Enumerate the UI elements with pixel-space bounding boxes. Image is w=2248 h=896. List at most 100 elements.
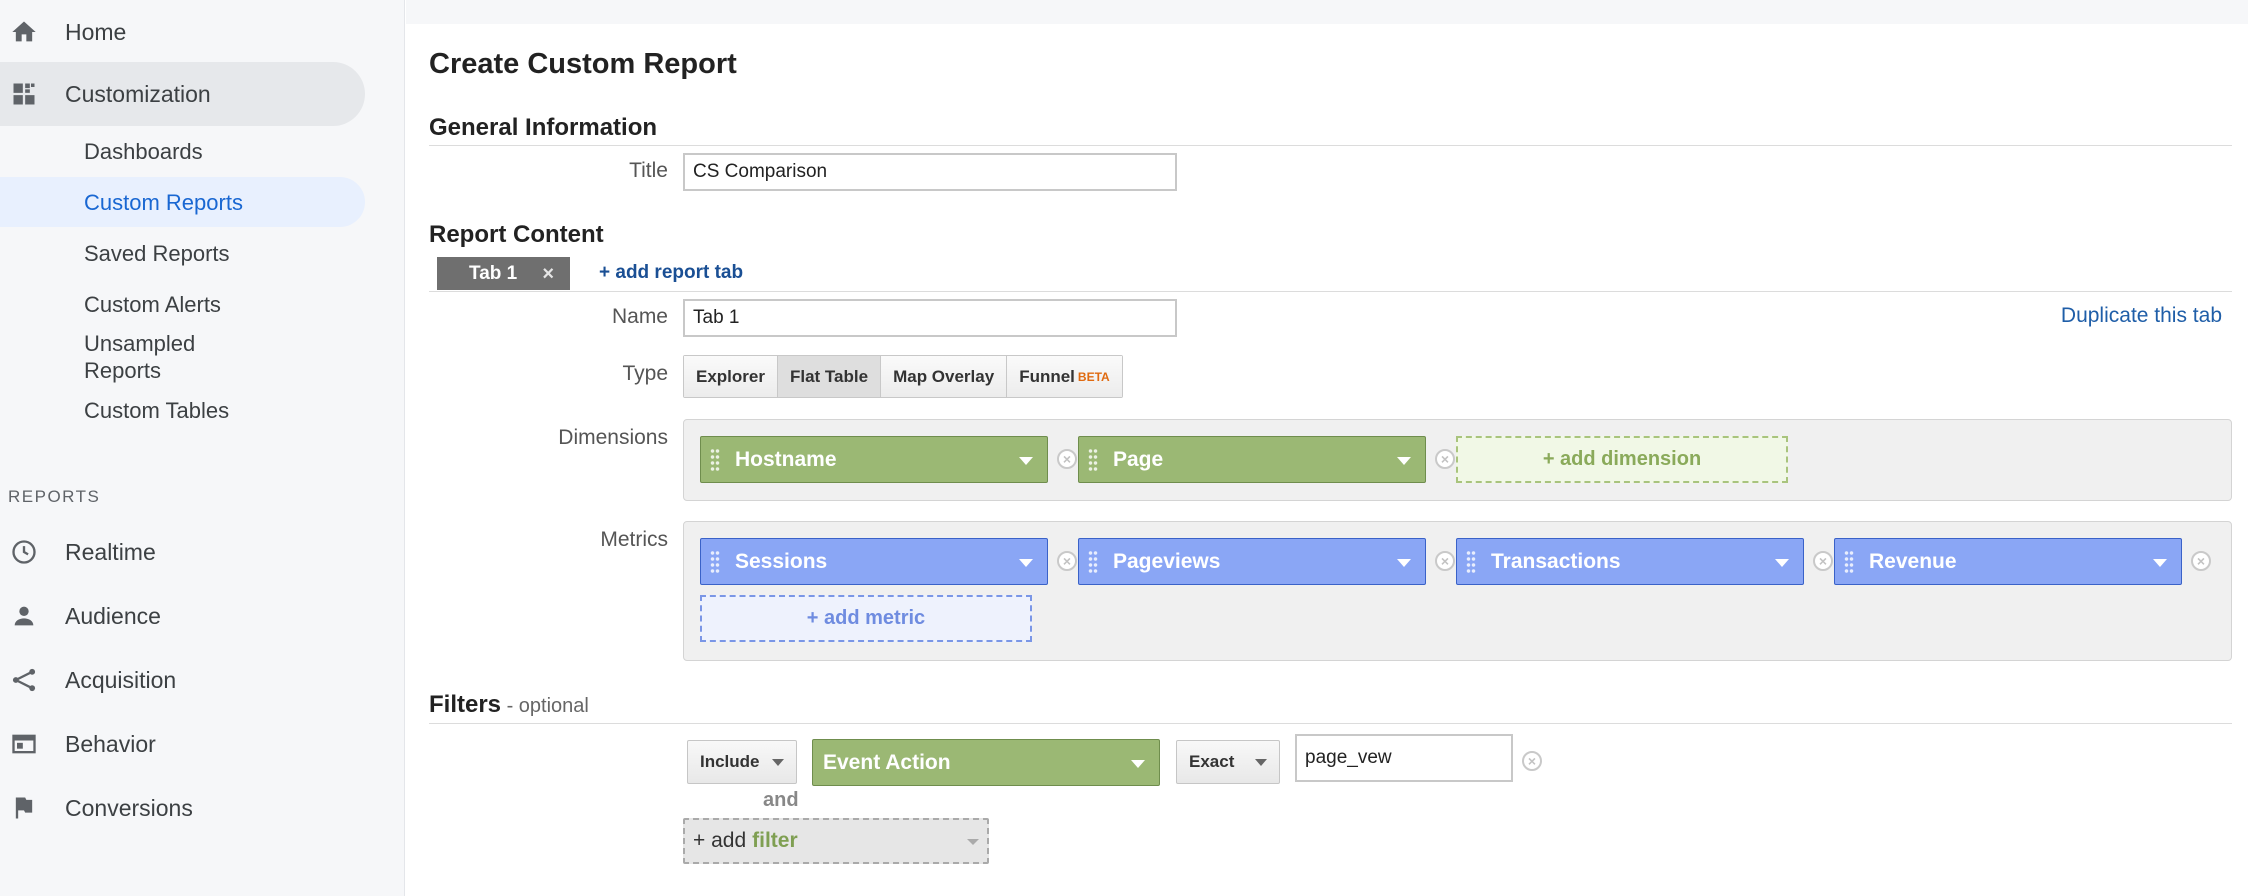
sidebar-item-custom-reports[interactable]: Custom Reports xyxy=(84,189,243,217)
remove-metric-icon[interactable]: × xyxy=(1057,551,1077,571)
nav-acquisition-label: Acquisition xyxy=(65,666,177,693)
drag-handle-icon[interactable] xyxy=(1088,448,1098,472)
filters-heading-label: Filters xyxy=(429,691,502,718)
chevron-down-icon[interactable] xyxy=(1397,457,1411,465)
name-label: Name xyxy=(611,305,668,328)
add-dimension-button[interactable]: + add dimension xyxy=(1456,436,1788,483)
type-button-group: Explorer Flat Table Map Overlay Funnel BE… xyxy=(683,355,1123,398)
remove-dimension-icon[interactable]: × xyxy=(1057,449,1077,469)
sidebar: Home Customization Dashboards Custom Rep… xyxy=(0,0,405,896)
dimensions-label: Dimensions xyxy=(558,426,668,449)
filter-value-input[interactable] xyxy=(1295,734,1513,782)
remove-filter-icon[interactable]: × xyxy=(1522,751,1542,771)
sidebar-item-unsampled-reports-line2[interactable]: Reports xyxy=(84,357,161,385)
metric-chip-label: Sessions xyxy=(735,549,828,573)
remove-metric-icon[interactable]: × xyxy=(2191,551,2211,571)
top-bar xyxy=(406,0,2248,24)
chevron-down-icon[interactable] xyxy=(1019,457,1033,465)
name-input[interactable] xyxy=(683,299,1177,337)
type-label: Type xyxy=(622,362,668,385)
title-label: Title xyxy=(629,159,668,182)
sidebar-item-dashboards[interactable]: Dashboards xyxy=(84,138,203,166)
person-icon xyxy=(8,600,40,632)
title-input[interactable] xyxy=(683,153,1177,191)
chevron-down-icon[interactable] xyxy=(1255,759,1267,766)
chevron-down-icon[interactable] xyxy=(1397,559,1411,567)
behavior-icon xyxy=(8,728,40,760)
flag-icon xyxy=(8,792,40,824)
chevron-down-icon[interactable] xyxy=(1775,559,1789,567)
beta-badge: BETA xyxy=(1077,369,1110,384)
metric-chip-pageviews[interactable]: Pageviews xyxy=(1078,538,1426,585)
type-map-overlay-label: Map Overlay xyxy=(893,366,995,386)
nav-audience-label: Audience xyxy=(65,602,161,629)
home-icon xyxy=(8,16,40,48)
drag-handle-icon[interactable] xyxy=(1466,550,1476,574)
metric-chip-sessions[interactable]: Sessions xyxy=(700,538,1048,585)
divider xyxy=(429,145,2232,146)
metrics-label: Metrics xyxy=(600,528,668,551)
sidebar-item-custom-tables[interactable]: Custom Tables xyxy=(84,397,229,425)
metric-chip-label: Revenue xyxy=(1869,549,1957,573)
type-explorer-button[interactable]: Explorer xyxy=(684,356,778,397)
dimension-chip-page[interactable]: Page xyxy=(1078,436,1426,483)
duplicate-tab-link[interactable]: Duplicate this tab xyxy=(2061,304,2222,328)
add-metric-button[interactable]: + add metric xyxy=(700,595,1032,642)
chevron-down-icon[interactable] xyxy=(1019,559,1033,567)
dimension-chip-hostname[interactable]: Hostname xyxy=(700,436,1048,483)
dimension-chip-label: Page xyxy=(1113,447,1164,471)
nav-home[interactable]: Home xyxy=(0,0,365,64)
nav-behavior[interactable]: Behavior xyxy=(0,712,365,776)
nav-realtime[interactable]: Realtime xyxy=(0,520,365,584)
filter-match-value: Exact xyxy=(1189,752,1235,771)
filters-heading: Filters - optional xyxy=(429,691,589,719)
metric-chip-revenue[interactable]: Revenue xyxy=(1834,538,2182,585)
main-content: Create Custom Report General Information… xyxy=(406,24,2248,896)
chevron-down-icon[interactable] xyxy=(2153,559,2167,567)
metric-chip-label: Pageviews xyxy=(1113,549,1221,573)
type-funnel-label: Funnel xyxy=(1019,366,1075,386)
drag-handle-icon[interactable] xyxy=(1844,550,1854,574)
chevron-down-icon[interactable] xyxy=(1131,760,1145,768)
chevron-down-icon[interactable] xyxy=(772,759,784,766)
dimension-chip-label: Hostname xyxy=(735,447,837,471)
drag-handle-icon[interactable] xyxy=(710,448,720,472)
remove-metric-icon[interactable]: × xyxy=(1435,551,1455,571)
chevron-down-icon[interactable] xyxy=(967,839,979,845)
sidebar-item-saved-reports[interactable]: Saved Reports xyxy=(84,240,230,268)
nav-conversions-label: Conversions xyxy=(65,794,193,821)
add-filter-button[interactable]: + add filter xyxy=(683,818,989,864)
type-funnel-button[interactable]: Funnel BETA xyxy=(1007,356,1122,397)
remove-dimension-icon[interactable]: × xyxy=(1435,449,1455,469)
sidebar-item-custom-alerts[interactable]: Custom Alerts xyxy=(84,291,221,319)
close-tab-icon[interactable]: × xyxy=(542,263,554,286)
reports-section-label: REPORTS xyxy=(8,487,101,506)
nav-audience[interactable]: Audience xyxy=(0,584,365,648)
acquisition-icon xyxy=(8,664,40,696)
filter-include-value: Include xyxy=(700,752,760,771)
dashboard-icon xyxy=(8,78,40,110)
and-label: and xyxy=(763,789,799,811)
add-report-tab-link[interactable]: + add report tab xyxy=(599,262,743,284)
sidebar-item-unsampled-reports[interactable]: Unsampled xyxy=(84,330,195,358)
drag-handle-icon[interactable] xyxy=(710,550,720,574)
metric-chip-transactions[interactable]: Transactions xyxy=(1456,538,1804,585)
dimensions-panel: Hostname × Page × + add dimension xyxy=(683,419,2232,501)
tab-1[interactable]: Tab 1 × xyxy=(437,257,570,290)
nav-customization-label: Customization xyxy=(65,80,211,107)
nav-conversions[interactable]: Conversions xyxy=(0,776,365,840)
filter-dimension-label: Event Action xyxy=(823,750,951,774)
filter-include-select[interactable]: Include xyxy=(687,740,797,784)
type-map-overlay-button[interactable]: Map Overlay xyxy=(881,356,1008,397)
filter-match-select[interactable]: Exact xyxy=(1176,740,1280,784)
remove-metric-icon[interactable]: × xyxy=(1813,551,1833,571)
nav-customization[interactable]: Customization xyxy=(0,62,365,126)
type-flat-table-button[interactable]: Flat Table xyxy=(777,356,882,397)
type-flat-table-label: Flat Table xyxy=(789,366,869,386)
add-filter-word: filter xyxy=(752,829,798,852)
tab-1-label: Tab 1 xyxy=(469,262,518,284)
filter-dimension-chip[interactable]: Event Action xyxy=(812,739,1160,786)
drag-handle-icon[interactable] xyxy=(1088,550,1098,574)
general-info-heading: General Information xyxy=(429,114,658,141)
nav-acquisition[interactable]: Acquisition xyxy=(0,648,365,712)
